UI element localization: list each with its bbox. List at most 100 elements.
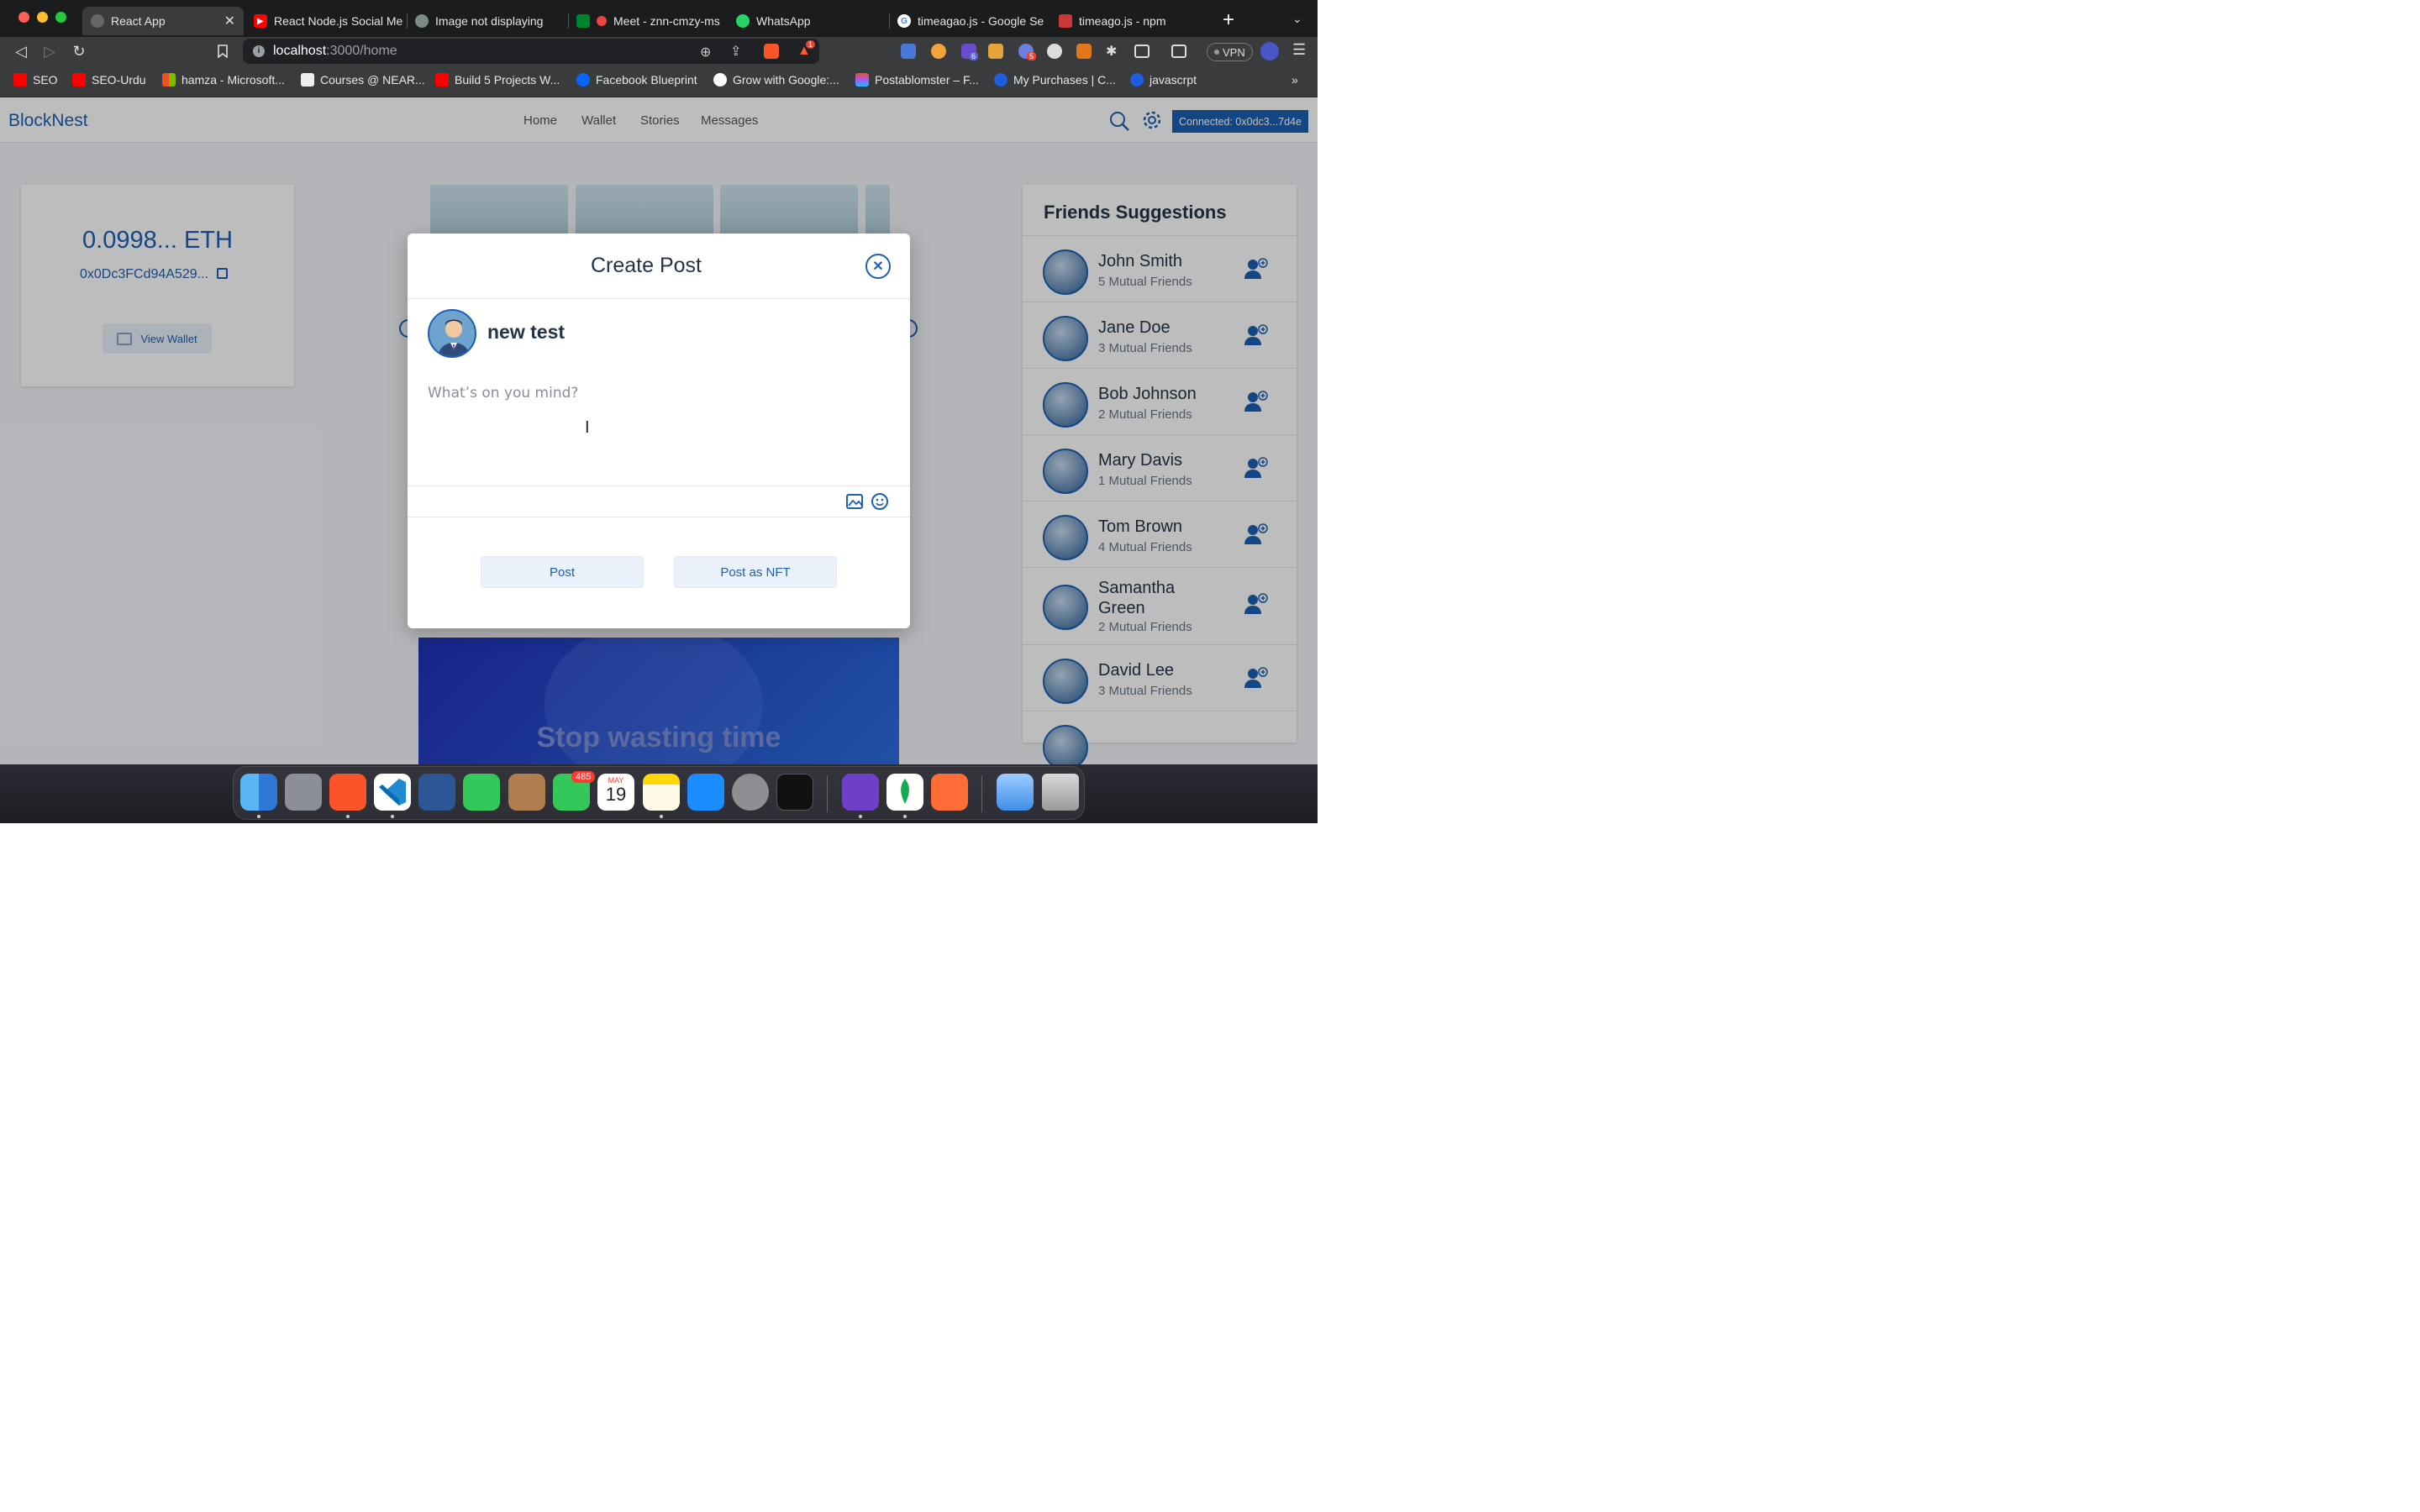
translate-extension-icon[interactable] bbox=[901, 44, 916, 59]
extension-icon[interactable] bbox=[988, 44, 1003, 59]
mongodb-compass-icon[interactable] bbox=[886, 774, 923, 811]
google-icon bbox=[713, 73, 727, 87]
dock-separator bbox=[827, 775, 828, 812]
system-preferences-icon[interactable] bbox=[732, 774, 769, 811]
tab-timeagao-google[interactable]: G timeagao.js - Google Se bbox=[889, 7, 1049, 35]
puzzle-extensions-icon[interactable]: ✱ bbox=[1106, 43, 1117, 60]
bookmark-icon[interactable] bbox=[213, 42, 232, 60]
bookmark-grow-with-google[interactable]: Grow with Google:... bbox=[713, 73, 839, 87]
image-upload-icon[interactable] bbox=[845, 492, 864, 511]
post-button[interactable]: Post bbox=[481, 556, 644, 588]
forward-arrow-icon[interactable]: ▷ bbox=[40, 42, 59, 60]
url-path: :3000/home bbox=[326, 44, 397, 58]
dock-separator bbox=[981, 775, 982, 812]
menu-icon[interactable]: ☰ bbox=[1292, 41, 1306, 59]
coursera-icon bbox=[994, 73, 1007, 87]
bookmark-label: hamza - Microsoft... bbox=[182, 73, 285, 87]
bookmark-label: javascrpt bbox=[1150, 73, 1197, 87]
activity-monitor-icon[interactable] bbox=[776, 774, 813, 811]
google-icon: G bbox=[897, 14, 911, 28]
zoom-icon[interactable]: ⊕ bbox=[700, 44, 711, 60]
running-indicator bbox=[660, 815, 663, 818]
tab-meet[interactable]: Meet - znn-cmzy-ms bbox=[568, 7, 728, 35]
bookmark-postablomster[interactable]: Postablomster – F... bbox=[855, 73, 979, 87]
youtube-icon: ▶ bbox=[254, 14, 267, 28]
share-icon[interactable]: ⇪ bbox=[730, 43, 741, 60]
youtube-icon bbox=[72, 73, 86, 87]
bookmark-my-purchases[interactable]: My Purchases | C... bbox=[994, 73, 1116, 87]
tab-label: React App bbox=[111, 14, 166, 28]
brave-shields-icon[interactable] bbox=[764, 44, 779, 59]
messages-badge: 485 bbox=[571, 771, 596, 783]
bookmark-seo-urdu[interactable]: SEO-Urdu bbox=[72, 73, 146, 87]
github-desktop-icon[interactable] bbox=[842, 774, 879, 811]
modal-title: Create Post bbox=[590, 254, 702, 277]
extension-icon[interactable] bbox=[931, 44, 946, 59]
word-icon[interactable] bbox=[418, 774, 455, 811]
postman-icon[interactable] bbox=[931, 774, 968, 811]
extension-badge: 5 bbox=[1027, 52, 1037, 60]
window-minimize-button[interactable] bbox=[37, 12, 48, 23]
extension-icon[interactable] bbox=[1047, 44, 1062, 59]
npm-icon bbox=[1059, 14, 1072, 28]
launchpad-icon[interactable] bbox=[285, 774, 322, 811]
tab-label: Meet - znn-cmzy-ms bbox=[613, 14, 720, 28]
vscode-icon[interactable] bbox=[374, 774, 411, 811]
site-info-icon[interactable]: i bbox=[253, 45, 265, 57]
profile-avatar[interactable] bbox=[1260, 42, 1279, 60]
calendar-icon[interactable]: MAY 19 bbox=[597, 774, 634, 811]
bookmark-label: SEO bbox=[33, 73, 58, 87]
bookmark-seo[interactable]: SEO bbox=[13, 73, 58, 87]
downloads-folder-icon[interactable] bbox=[997, 774, 1034, 811]
finder-icon[interactable] bbox=[240, 774, 277, 811]
tab-list-chevron-icon[interactable]: ⌄ bbox=[1292, 12, 1302, 26]
contacts-icon[interactable] bbox=[508, 774, 545, 811]
sidebar-toggle-icon[interactable] bbox=[1134, 45, 1150, 58]
running-indicator bbox=[903, 815, 907, 818]
tab-react-app[interactable]: React App ✕ bbox=[82, 7, 244, 35]
chatgpt-icon bbox=[415, 14, 429, 28]
tab-close-icon[interactable]: ✕ bbox=[224, 13, 235, 29]
facetime-icon[interactable] bbox=[463, 774, 500, 811]
brave-browser-icon[interactable] bbox=[329, 774, 366, 811]
back-arrow-icon[interactable]: ◁ bbox=[12, 42, 30, 60]
bookmark-facebook-blueprint[interactable]: Facebook Blueprint bbox=[576, 73, 697, 87]
bookmarks-more-label: » bbox=[1292, 73, 1298, 87]
new-tab-plus-icon[interactable]: + bbox=[1223, 8, 1234, 32]
bookmarks-overflow-button[interactable]: » bbox=[1292, 73, 1298, 87]
vpn-button[interactable]: VPN bbox=[1207, 43, 1253, 61]
bookmark-build-5-projects[interactable]: Build 5 Projects W... bbox=[435, 73, 560, 87]
close-icon[interactable]: ✕ bbox=[865, 254, 891, 279]
tab-whatsapp[interactable]: WhatsApp bbox=[728, 7, 887, 35]
bookmark-label: Facebook Blueprint bbox=[596, 73, 697, 87]
tab-label: WhatsApp bbox=[756, 14, 811, 28]
bookmark-label: My Purchases | C... bbox=[1013, 73, 1116, 87]
bookmark-hamza-microsoft[interactable]: hamza - Microsoft... bbox=[162, 73, 285, 87]
app-store-icon[interactable] bbox=[687, 774, 724, 811]
post-as-nft-button[interactable]: Post as NFT bbox=[674, 556, 837, 588]
reload-icon[interactable]: ↻ bbox=[70, 42, 88, 60]
running-indicator bbox=[346, 815, 350, 818]
metamask-fox-icon[interactable] bbox=[1076, 44, 1092, 59]
tab-image-not-displaying[interactable]: Image not displaying bbox=[407, 7, 566, 35]
text-cursor-icon: I bbox=[585, 418, 590, 437]
app-viewport: BlockNest Home Wallet Stories Messages C… bbox=[0, 97, 1318, 764]
window-zoom-button[interactable] bbox=[55, 12, 66, 23]
tab-label: timeagao.js - Google Se bbox=[918, 14, 1044, 28]
youtube-icon bbox=[435, 73, 449, 87]
bookmark-near-courses[interactable]: Courses @ NEAR... bbox=[301, 73, 425, 87]
emoji-icon[interactable] bbox=[871, 492, 889, 511]
address-bar[interactable]: i localhost:3000/home ⊕ ⇪ ▲ 1 bbox=[243, 39, 819, 64]
figma-icon bbox=[855, 73, 869, 87]
post-text-input[interactable] bbox=[426, 383, 888, 475]
notes-icon[interactable] bbox=[643, 774, 680, 811]
tab-timeago-npm[interactable]: timeago.js - npm bbox=[1050, 7, 1210, 35]
google-meet-icon bbox=[576, 14, 590, 28]
avatar bbox=[428, 309, 476, 358]
wallet-icon[interactable] bbox=[1171, 45, 1186, 58]
trash-icon[interactable] bbox=[1042, 774, 1079, 811]
window-close-button[interactable] bbox=[18, 12, 29, 23]
bookmark-javascrpt[interactable]: javascrpt bbox=[1130, 73, 1197, 87]
username: new test bbox=[487, 321, 566, 343]
tab-react-node[interactable]: ▶ React Node.js Social Me bbox=[245, 7, 405, 35]
